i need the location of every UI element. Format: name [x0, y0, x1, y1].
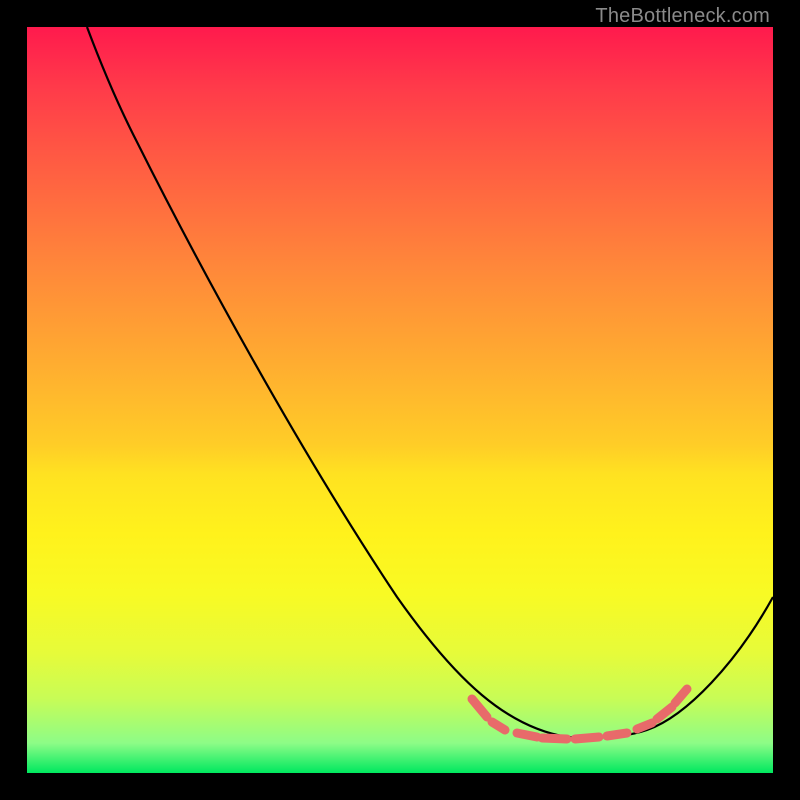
curve-marker: [607, 733, 627, 736]
curve-marker: [657, 707, 672, 719]
bottleneck-curve: [87, 27, 773, 738]
watermark-text: TheBottleneck.com: [595, 5, 770, 28]
curve-marker: [472, 699, 487, 717]
curve-marker: [637, 723, 652, 729]
curve-marker: [492, 722, 505, 730]
curve-marker: [575, 737, 599, 739]
chart-svg: [27, 27, 773, 773]
curve-marker: [542, 738, 567, 739]
chart-container: TheBottleneck.com: [0, 0, 800, 800]
curve-marker: [517, 733, 537, 737]
curve-marker: [675, 689, 687, 703]
